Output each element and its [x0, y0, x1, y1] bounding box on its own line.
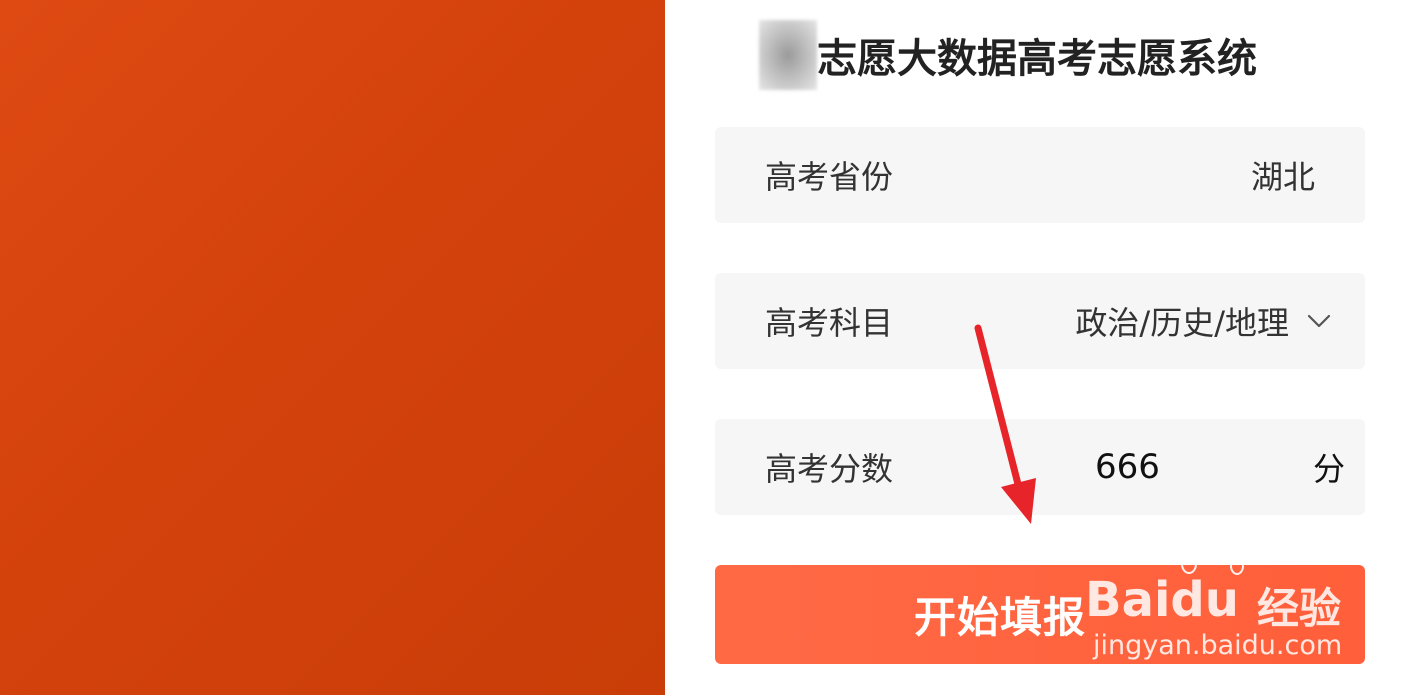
start-fill-button[interactable]: 开始填报 — [715, 565, 1365, 664]
left-background-panel — [0, 0, 665, 695]
blurred-logo — [759, 20, 817, 90]
score-field[interactable]: 高考分数 666 分 — [715, 419, 1365, 515]
subject-label: 高考科目 — [765, 304, 894, 342]
page-title: 志愿大数据高考志愿系统 — [817, 36, 1257, 82]
subject-value[interactable]: 政治/历史/地理 — [1075, 298, 1289, 344]
province-value[interactable]: 湖北 — [1251, 152, 1315, 198]
score-input[interactable]: 666 — [1095, 447, 1160, 487]
start-fill-button-label: 开始填报 — [913, 593, 1086, 642]
province-field[interactable]: 高考省份 湖北 — [715, 127, 1365, 223]
score-label: 高考分数 — [765, 450, 894, 488]
province-label: 高考省份 — [765, 158, 894, 196]
score-unit: 分 — [1312, 450, 1345, 488]
header: 志愿大数据高考志愿系统 — [759, 20, 1257, 90]
chevron-down-icon[interactable] — [1305, 307, 1333, 335]
subject-select[interactable]: 高考科目 政治/历史/地理 — [715, 273, 1365, 369]
